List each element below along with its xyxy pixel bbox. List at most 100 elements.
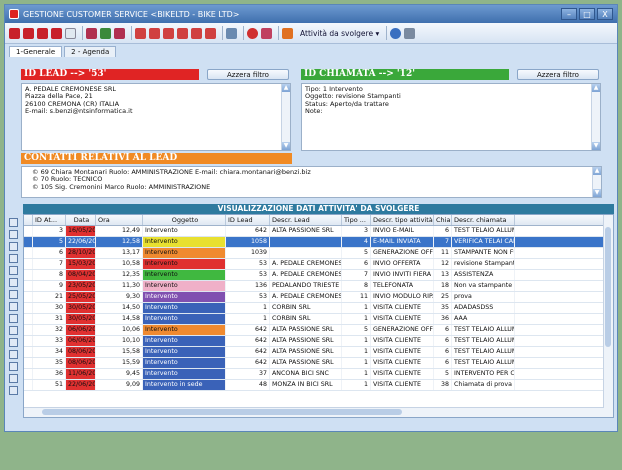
print-icon[interactable] [135, 27, 146, 39]
sort-icon[interactable] [9, 338, 18, 347]
column-header[interactable]: Tipo ... [342, 215, 371, 225]
column-header[interactable]: Descr. Lead [270, 215, 342, 225]
print-icon[interactable] [9, 374, 18, 383]
first-record-icon[interactable] [9, 218, 18, 227]
table-row[interactable]: 715/03/201110,58Intervento53A. PEDALE CR… [24, 259, 613, 270]
contact-row[interactable]: © 69 Chiara Montanari Ruolo: AMMINISTRAZ… [32, 168, 598, 176]
activities-menu[interactable]: Attività da svolgere ▾ [300, 29, 379, 38]
exit-icon[interactable] [404, 27, 416, 39]
table-row[interactable]: 923/05/201211,30Intervento136PEDALANDO T… [24, 281, 613, 292]
table-row[interactable]: 2125/05/20129,30Intervento53A. PEDALE CR… [24, 292, 613, 303]
tasks-icon[interactable] [282, 27, 293, 39]
scroll-thumb[interactable] [42, 409, 402, 415]
print-icon[interactable] [149, 27, 160, 39]
tab-agenda[interactable]: 2 - Agenda [64, 46, 117, 57]
scroll-up-icon[interactable]: ▲ [282, 84, 290, 92]
maximize-button[interactable]: □ [579, 8, 595, 20]
cell-idlead: 53 [226, 292, 270, 302]
copy-icon[interactable] [9, 362, 18, 371]
grid-settings-icon[interactable] [261, 27, 272, 39]
lead-clear-filter-button[interactable]: Azzera filtro [207, 69, 289, 80]
scroll-down-icon[interactable]: ▼ [282, 142, 290, 150]
search-icon[interactable] [9, 278, 18, 287]
list-icon[interactable] [9, 254, 18, 263]
filter-icon[interactable] [9, 302, 18, 311]
cell-id: 32 [33, 325, 66, 335]
record-red-icon[interactable] [37, 27, 48, 39]
cell-chiadesc: ADADASDSS [452, 303, 515, 313]
filter-clear-icon[interactable] [9, 314, 18, 323]
anchor-icon[interactable] [9, 326, 18, 335]
sort-desc-icon[interactable] [9, 350, 18, 359]
cell-data: 15/03/2011 [66, 259, 96, 269]
contacts-panel: CONTATTI RELATIVI AL LEAD © 69 Chiara Mo… [21, 153, 602, 198]
cell-tipodesc: GENERAZIONE OFFERTA [373, 248, 434, 258]
call-scrollbar[interactable]: ▲ ▼ [591, 84, 600, 150]
table-row[interactable]: 3130/05/201214,58Intervento1CORBIN SRL1V… [24, 314, 613, 325]
contact-row[interactable]: © 105 Sig. Cremonini Marco Ruolo: AMMINI… [32, 183, 598, 191]
scroll-down-icon[interactable]: ▼ [593, 189, 601, 197]
book-icon[interactable] [114, 27, 125, 39]
cell-idlead: 37 [226, 369, 270, 379]
table-row[interactable]: 316/05/201212,49Intervento642ALTA PASSIO… [24, 226, 613, 237]
record-red-icon[interactable] [9, 27, 20, 39]
close-button[interactable]: X [597, 8, 613, 20]
table-row[interactable]: 3306/06/201210,10Intervento642ALTA PASSI… [24, 336, 613, 347]
tools-icon[interactable] [226, 27, 237, 39]
scroll-up-icon[interactable]: ▲ [593, 167, 601, 175]
export-icon[interactable] [9, 290, 18, 299]
column-header[interactable]: ID Lead [226, 215, 270, 225]
table-row[interactable]: 5122/06/20129,09Intervento in sede48MONZ… [24, 380, 613, 391]
cell-tipodesc: VISITA CLIENTE [371, 336, 434, 346]
print-icon[interactable] [205, 27, 216, 39]
call-clear-filter-button[interactable]: Azzera filtro [517, 69, 599, 80]
scroll-up-icon[interactable]: ▲ [592, 84, 600, 92]
cell-tipo: 1 [342, 347, 371, 357]
record-red-icon[interactable] [23, 27, 34, 39]
cell-tipodesc: VISITA CLIENTE [371, 303, 434, 313]
cell-oggetto: Intervento [143, 314, 226, 324]
minimize-button[interactable]: – [561, 8, 577, 20]
contacts-scrollbar[interactable]: ▲ ▼ [592, 167, 601, 197]
cell-oggetto: Intervento [143, 281, 226, 291]
table-row[interactable]: 3508/06/201215,59Intervento642ALTA PASSI… [24, 358, 613, 369]
table-row[interactable]: 3206/06/201210,06Intervento642ALTA PASSI… [24, 325, 613, 336]
table-row[interactable]: 3030/05/201214,50Intervento1CORBIN SRL1V… [24, 303, 613, 314]
column-header[interactable]: Ora [96, 215, 143, 225]
calculator-icon[interactable] [9, 242, 18, 251]
grid-header: ID At... Data Ora Oggetto ID Lead Descr.… [24, 215, 613, 226]
record-red-icon[interactable] [51, 27, 62, 39]
column-header[interactable]: Oggetto [143, 215, 226, 225]
prev-record-icon[interactable] [9, 230, 18, 239]
book-green-icon[interactable] [100, 27, 111, 39]
new-record-icon[interactable] [65, 27, 76, 39]
pin-icon[interactable] [247, 27, 258, 39]
toolbar-separator [82, 26, 83, 40]
print-icon[interactable] [163, 27, 174, 39]
refresh-icon[interactable] [9, 266, 18, 275]
column-header[interactable]: Chia... [434, 215, 452, 225]
column-header[interactable]: Descr. tipo attività [371, 215, 434, 225]
help-icon[interactable] [390, 27, 402, 39]
column-header[interactable] [24, 215, 33, 225]
title-bar: GESTIONE CUSTOMER SERVICE <BIKELTD - BIK… [5, 5, 617, 23]
column-header[interactable]: Data [66, 215, 96, 225]
table-row[interactable]: 808/04/201112,35Intervento53A. PEDALE CR… [24, 270, 613, 281]
lead-scrollbar[interactable]: ▲ ▼ [281, 84, 290, 150]
book-icon[interactable] [86, 27, 97, 39]
table-row[interactable]: 3408/06/201215,58Intervento642ALTA PASSI… [24, 347, 613, 358]
tab-generale[interactable]: 1-Generale [9, 46, 63, 57]
column-header[interactable]: Descr. chiamata [452, 215, 515, 225]
scroll-down-icon[interactable]: ▼ [592, 142, 600, 150]
cell-id: 3 [33, 226, 66, 236]
print-icon[interactable] [191, 27, 202, 39]
table-row[interactable]: 3611/06/20129,45Intervento37ANCONA BICI … [24, 369, 613, 380]
table-row[interactable]: 628/10/201013,17Intervento1039 5GENERAZIO… [24, 248, 613, 259]
export-excel-icon[interactable] [9, 386, 18, 395]
scroll-thumb[interactable] [605, 227, 611, 347]
column-header[interactable]: ID At... [33, 215, 66, 225]
grid-horizontal-scrollbar[interactable] [24, 407, 604, 417]
print-icon[interactable] [177, 27, 188, 39]
grid-vertical-scrollbar[interactable] [603, 215, 613, 417]
table-row[interactable]: 522/06/201012,58Intervento1058 4E-MAIL IN… [24, 237, 613, 248]
